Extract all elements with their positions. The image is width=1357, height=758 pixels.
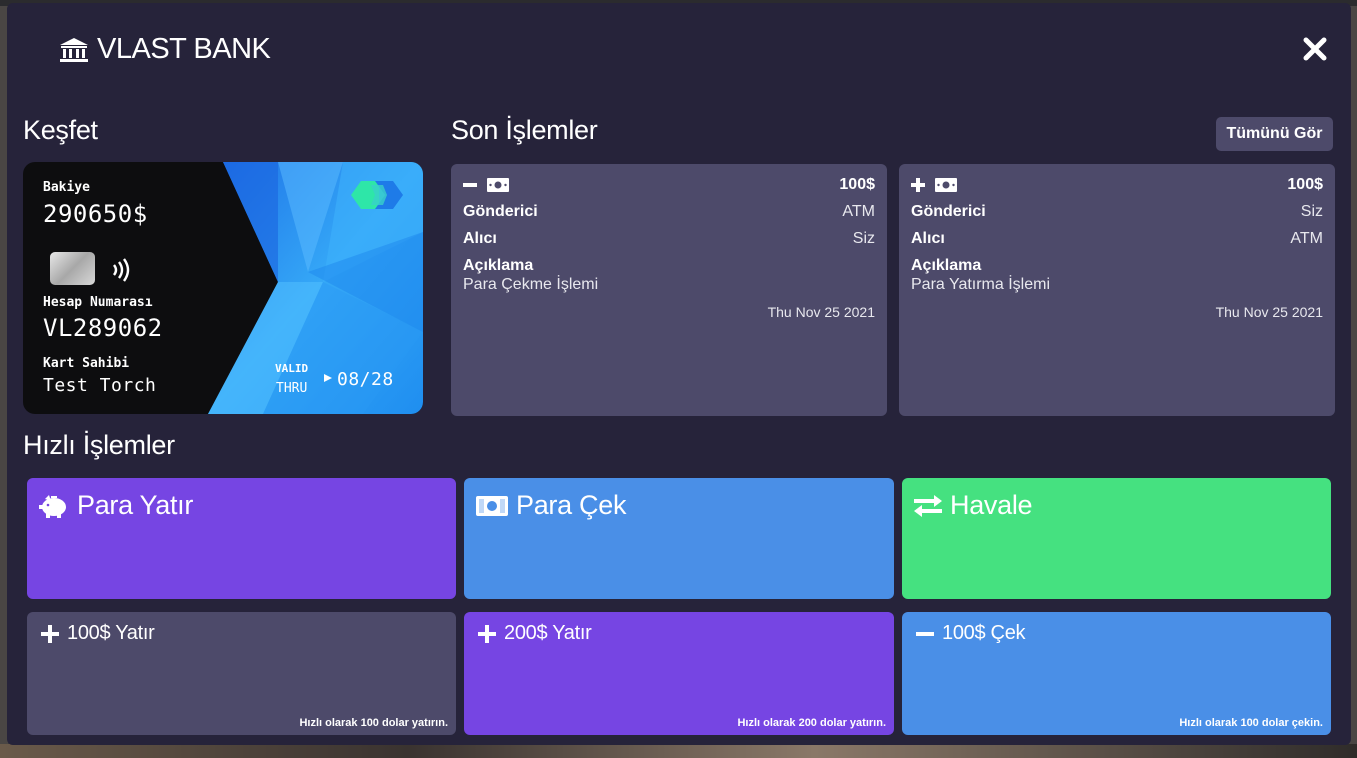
minus-icon: [916, 631, 934, 636]
transaction-card[interactable]: 100$ Gönderici ATM Alıcı Siz Açıklama Pa…: [451, 164, 887, 416]
description-label: Açıklama: [911, 257, 982, 274]
card-holder-label: Kart Sahibi: [43, 356, 130, 371]
transaction-amount: 100$: [1287, 176, 1323, 193]
deposit-200-hint: Hızlı olarak 200 dolar yatırın.: [737, 717, 886, 729]
app-header: VLAST BANK: [59, 33, 271, 66]
withdraw-100-hint: Hızlı olarak 100 dolar çekin.: [1179, 717, 1323, 729]
card-chip-icon: [50, 252, 95, 285]
transaction-date: Thu Nov 25 2021: [1215, 304, 1323, 320]
close-button[interactable]: [1302, 36, 1328, 62]
contactless-icon: [113, 258, 130, 282]
deposit-200-button[interactable]: 200$ Yatır Hızlı olarak 200 dolar yatırı…: [464, 612, 894, 735]
transaction-date: Thu Nov 25 2021: [767, 304, 875, 320]
withdraw-label: Para Çek: [516, 490, 627, 520]
thru-label: THRU: [276, 381, 308, 396]
transaction-amount: 100$: [839, 176, 875, 193]
money-bill-icon: [935, 178, 957, 192]
plus-icon: [41, 624, 59, 643]
bank-card: Bakiye 290650$ Hesap Numarası VL289062 K…: [23, 162, 423, 414]
deposit-200-label: 200$ Yatır: [504, 622, 592, 644]
transaction-card[interactable]: 100$ Gönderici Siz Alıcı ATM Açıklama Pa…: [899, 164, 1335, 416]
receiver-label: Alıcı: [911, 230, 945, 247]
exchange-icon: [914, 494, 942, 517]
account-number-value: VL289062: [43, 314, 163, 342]
account-number-label: Hesap Numarası: [43, 295, 153, 310]
receiver-label: Alıcı: [463, 230, 497, 247]
transfer-label: Havale: [950, 490, 1033, 520]
plus-icon: [911, 178, 925, 192]
plus-icon: [478, 624, 496, 643]
description-value: Para Yatırma İşlemi: [911, 276, 1051, 293]
close-icon: [1303, 37, 1327, 61]
money-bill-icon: [487, 178, 509, 192]
deposit-label: Para Yatır: [77, 490, 194, 520]
balance-value: 290650$: [43, 200, 148, 228]
deposit-button[interactable]: Para Yatır: [27, 478, 456, 599]
valid-label: VALID: [275, 362, 309, 375]
receiver-value: Siz: [852, 230, 875, 247]
sender-label: Gönderici: [911, 203, 986, 220]
balance-label: Bakiye: [43, 180, 90, 195]
receiver-value: ATM: [1290, 230, 1323, 247]
description-value: Para Çekme İşlemi: [463, 276, 599, 293]
sender-label: Gönderici: [463, 203, 538, 220]
expiry-date: 08/28: [337, 369, 394, 390]
deposit-100-hint: Hızlı olarak 100 dolar yatırın.: [299, 717, 448, 729]
withdraw-button[interactable]: Para Çek: [464, 478, 894, 599]
app-title: VLAST BANK: [97, 33, 271, 65]
minus-icon: [463, 183, 477, 187]
bank-icon: [60, 37, 88, 62]
sender-value: ATM: [842, 203, 875, 220]
card-holder-value: Test Torch: [43, 375, 157, 396]
recent-heading: Son İşlemler: [451, 115, 598, 145]
transfer-button[interactable]: Havale: [902, 478, 1331, 599]
discover-heading: Keşfet: [23, 115, 98, 145]
card-logo-icon: [351, 181, 403, 209]
bank-window: VLAST BANK Keşfet Son İşlemler Tümünü Gö…: [7, 3, 1351, 745]
quick-actions-heading: Hızlı İşlemler: [23, 430, 175, 460]
piggy-bank-icon: [39, 494, 66, 518]
withdraw-100-button[interactable]: 100$ Çek Hızlı olarak 100 dolar çekin.: [902, 612, 1331, 735]
money-bill-icon: [476, 495, 508, 516]
sender-value: Siz: [1300, 203, 1323, 220]
view-all-button[interactable]: Tümünü Gör: [1216, 117, 1333, 151]
deposit-100-button[interactable]: 100$ Yatır Hızlı olarak 100 dolar yatırı…: [27, 612, 456, 735]
arrow-right-icon: [324, 374, 332, 382]
withdraw-100-label: 100$ Çek: [942, 622, 1026, 644]
deposit-100-label: 100$ Yatır: [67, 622, 155, 644]
background-bottom: [0, 744, 1357, 758]
description-label: Açıklama: [463, 257, 534, 274]
